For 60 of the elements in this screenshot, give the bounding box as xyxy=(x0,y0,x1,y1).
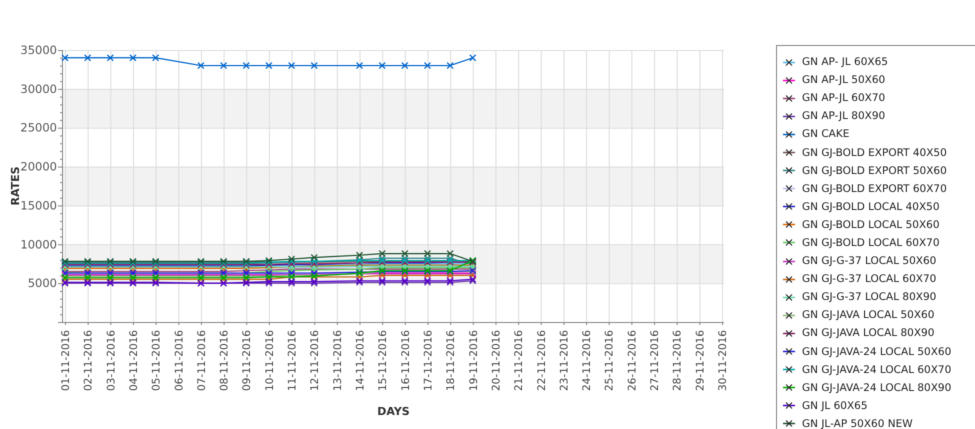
x-tick-label: 01-11-2016 xyxy=(60,330,72,392)
legend-label: GN GJ-BOLD EXPORT 60X70 xyxy=(802,182,947,195)
legend-label: GN GJ-JAVA-24 LOCAL 80X90 xyxy=(802,382,952,394)
x-tick-label: 14-11-2016 xyxy=(354,330,367,392)
x-tick-label: 03-11-2016 xyxy=(105,330,118,392)
x-tick-label: 26-11-2016 xyxy=(626,330,638,392)
x-tick-label: 29-11-2016 xyxy=(694,330,706,392)
x-tick-label: 22-11-2016 xyxy=(536,330,548,392)
legend-label: GN GJ-G-37 LOCAL 60X70 xyxy=(802,273,936,286)
legend-label: GN GJ-BOLD LOCAL 60X70 xyxy=(802,236,940,249)
x-tick-label: 20-11-2016 xyxy=(490,330,502,392)
legend-label: GN GJ-JAVA LOCAL 50X60 xyxy=(802,309,934,322)
y-tick-label: 25000 xyxy=(20,120,57,135)
legend-label: GN GJ-JAVA-24 LOCAL 60X70 xyxy=(802,364,952,376)
x-tick-label: 19-11-2016 xyxy=(468,330,480,392)
legend-label: GN AP-JL 50X60 xyxy=(802,74,886,86)
y-tick-label: 20000 xyxy=(20,160,57,174)
y-axis-title: RATES xyxy=(9,166,22,206)
y-tick-label: 35000 xyxy=(20,43,57,57)
y-tick-label: 30000 xyxy=(20,82,57,96)
legend-label: GN JL 60X65 xyxy=(802,400,868,412)
x-tick-label: 06-11-2016 xyxy=(173,330,186,392)
x-tick-label: 09-11-2016 xyxy=(241,330,254,392)
legend-label: GN GJ-BOLD LOCAL 50X60 xyxy=(802,218,940,231)
x-tick-label: 13-11-2016 xyxy=(332,330,344,392)
x-tick-label: 16-11-2016 xyxy=(400,330,412,392)
y-tick-label: 10000 xyxy=(20,237,57,252)
x-tick-label: 24-11-2016 xyxy=(581,330,594,392)
x-tick-label: 21-11-2016 xyxy=(513,330,526,392)
legend-label: GN GJ-JAVA LOCAL 80X90 xyxy=(802,327,934,340)
x-tick-label: 15-11-2016 xyxy=(377,330,390,392)
x-tick-label: 10-11-2016 xyxy=(264,330,276,392)
x-tick-label: 25-11-2016 xyxy=(604,330,616,392)
x-axis-title: DAYS xyxy=(377,405,410,418)
x-tick-label: 07-11-2016 xyxy=(196,330,208,392)
x-tick-label: 17-11-2016 xyxy=(422,330,434,392)
x-tick-label: 02-11-2016 xyxy=(82,330,95,392)
x-tick-label: 11-11-2016 xyxy=(286,330,299,392)
legend-label: GN CAKE xyxy=(802,128,850,140)
legend-label: GN GJ-BOLD EXPORT 50X60 xyxy=(802,164,947,177)
legend-label: GN JL-AP 50X60 NEW xyxy=(802,418,913,429)
legend-label: GN GJ-JAVA-24 LOCAL 50X60 xyxy=(802,346,952,358)
legend-label: GN AP- JL 60X65 xyxy=(802,56,888,68)
legend-label: GN AP-JL 80X90 xyxy=(802,110,886,122)
legend-label: GN AP-JL 60X70 xyxy=(802,92,886,104)
y-tick-label: 15000 xyxy=(20,198,57,212)
x-tick-label: 04-11-2016 xyxy=(128,330,140,392)
x-tick-label: 12-11-2016 xyxy=(309,330,322,392)
x-tick-label: 27-11-2016 xyxy=(649,330,662,392)
x-tick-label: 18-11-2016 xyxy=(445,330,458,392)
legend-label: GN GJ-BOLD EXPORT 40X50 xyxy=(802,146,947,159)
y-tick-label: 5000 xyxy=(28,276,57,290)
x-tick-label: 30-11-2016 xyxy=(717,330,729,392)
x-tick-label: 23-11-2016 xyxy=(558,330,570,392)
x-tick-label: 28-11-2016 xyxy=(672,330,684,392)
legend-label: GN GJ-G-37 LOCAL 80X90 xyxy=(802,291,936,304)
legend-label: GN GJ-BOLD LOCAL 40X50 xyxy=(802,200,940,213)
legend-label: GN GJ-G-37 LOCAL 50X60 xyxy=(802,255,936,268)
x-tick-label: 05-11-2016 xyxy=(150,330,163,392)
x-tick-label: 08-11-2016 xyxy=(218,330,231,392)
